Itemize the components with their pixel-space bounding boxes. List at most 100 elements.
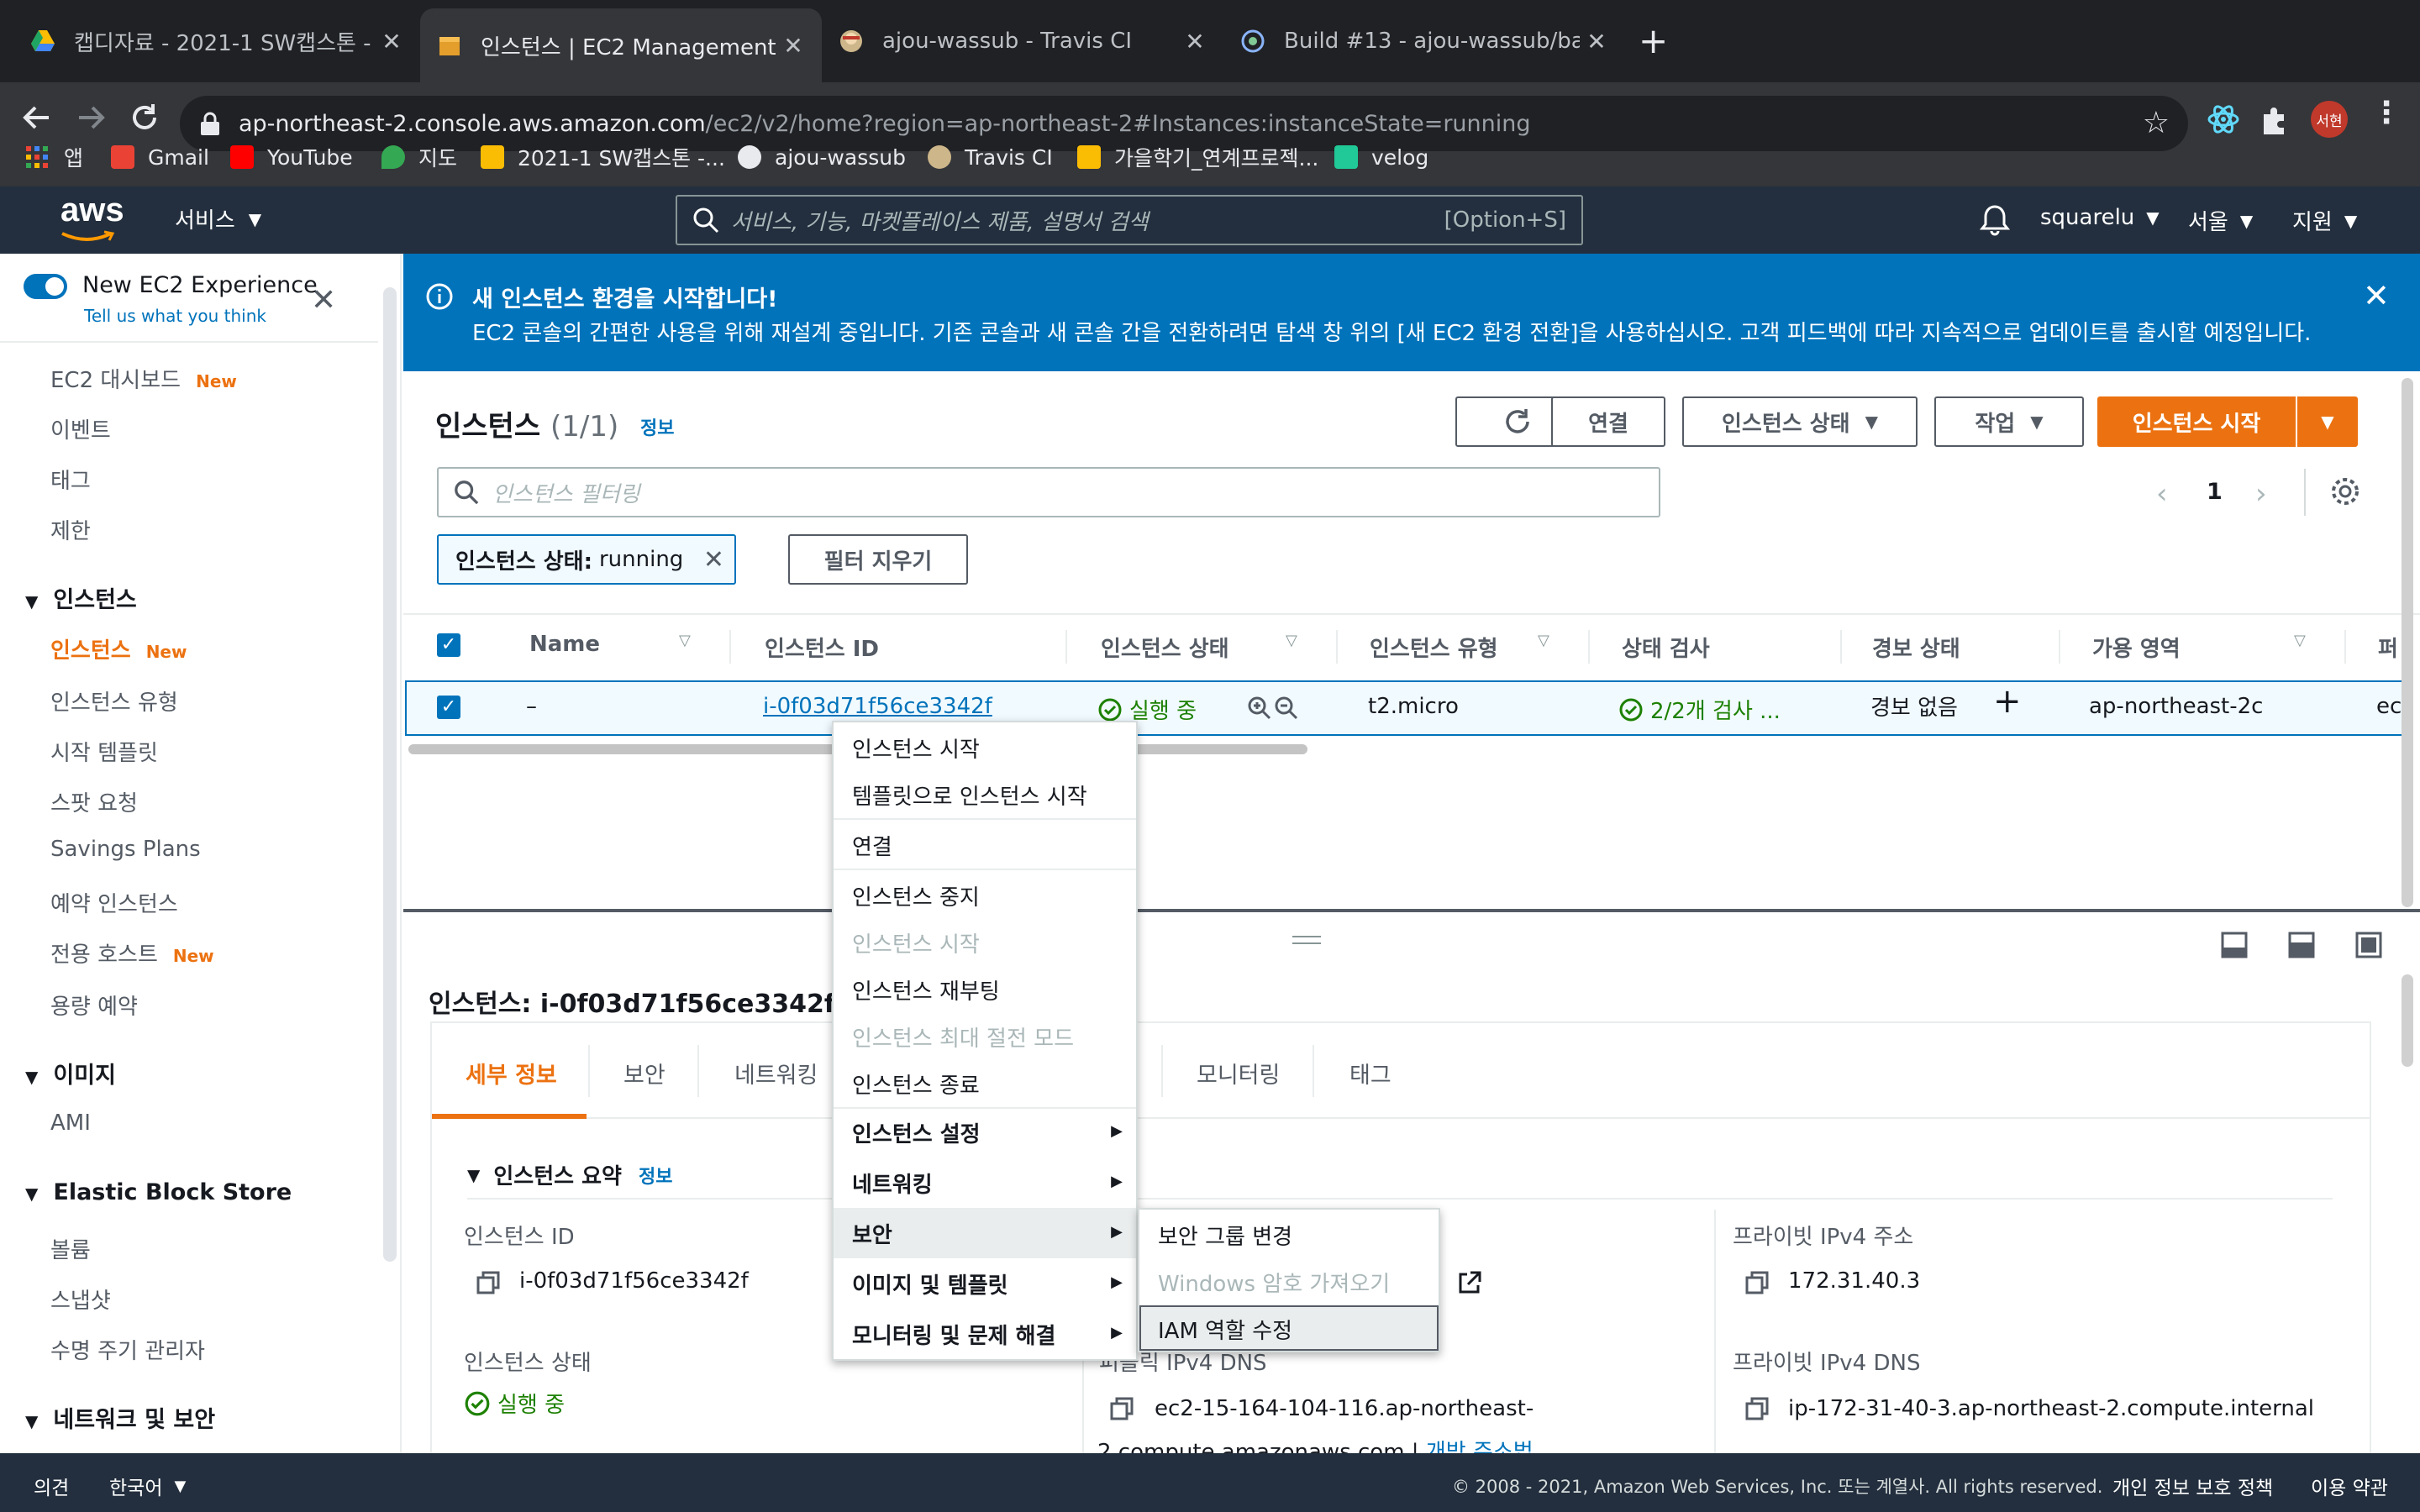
- copy-icon[interactable]: [1109, 1396, 1134, 1421]
- launch-instances-button[interactable]: 인스턴스 시작: [2097, 396, 2296, 447]
- privacy-link[interactable]: 개인 정보 보호 정책: [2112, 1472, 2273, 1500]
- split-divider[interactable]: [403, 909, 2420, 912]
- menu-item-modify-iam-role[interactable]: IAM 역할 수정: [1158, 1314, 1292, 1345]
- column-header-name[interactable]: Name: [529, 632, 600, 657]
- external-link-icon[interactable]: [1457, 1270, 1482, 1295]
- launch-dropdown-button[interactable]: ▼: [2297, 396, 2358, 447]
- close-tab-icon[interactable]: ✕: [1178, 28, 1212, 55]
- browser-tab[interactable]: Build #13 - ajou-wassub/backe ✕: [1223, 0, 1625, 82]
- bookmark-drive[interactable]: 2021-1 SW캡스톤 -...: [481, 144, 725, 171]
- connect-button[interactable]: 연결: [1551, 396, 1665, 447]
- zoom-out-icon[interactable]: [1274, 696, 1299, 721]
- close-tab-icon[interactable]: ✕: [375, 28, 408, 55]
- menu-item-launch-instances[interactable]: 인스턴스 시작: [852, 732, 980, 764]
- sidebar-item-dedicated-hosts[interactable]: 전용 호스트 New: [50, 937, 214, 969]
- extensions-icon[interactable]: [2257, 102, 2291, 136]
- bookmark-apps[interactable]: 앱: [25, 144, 83, 171]
- menu-item-start-instance[interactable]: 인스턴스 시작: [852, 927, 980, 958]
- sidebar-item-capacity-reservations[interactable]: 용량 예약: [50, 990, 138, 1021]
- menu-item-terminate-instance[interactable]: 인스턴스 종료: [852, 1068, 980, 1100]
- bookmark-travis[interactable]: Travis CI: [928, 144, 1053, 170]
- menu-group-networking[interactable]: 네트워킹: [852, 1168, 933, 1199]
- browser-tab[interactable]: 캡디자료 - 2021-1 SW캡스톤 - Go ✕: [0, 0, 420, 82]
- feedback-link[interactable]: 의견: [34, 1472, 69, 1500]
- remove-filter-icon[interactable]: ✕: [703, 545, 724, 575]
- copy-icon[interactable]: [1744, 1270, 1770, 1295]
- sort-icon[interactable]: ▽: [679, 632, 691, 649]
- menu-item-change-security-groups[interactable]: 보안 그룹 변경: [1158, 1220, 1292, 1251]
- tab-security[interactable]: 보안: [623, 1057, 666, 1089]
- account-menu[interactable]: squarelu ▼: [2040, 205, 2160, 230]
- bookmark-drive-2[interactable]: 가을학기_연계프로젝...: [1077, 144, 1318, 171]
- row-checkbox[interactable]: ✓: [437, 696, 460, 719]
- next-page-icon[interactable]: ›: [2255, 477, 2267, 511]
- sidebar-item-spot-requests[interactable]: 스팟 요청: [50, 786, 138, 817]
- aws-logo[interactable]: aws: [60, 192, 124, 229]
- clear-filters-button[interactable]: 필터 지우기: [788, 534, 968, 585]
- sidebar-item-lifecycle-manager[interactable]: 수명 주기 관리자: [50, 1334, 205, 1365]
- bookmark-velog[interactable]: velog: [1334, 144, 1428, 170]
- sidebar-section-ebs[interactable]: ▼ Elastic Block Store: [25, 1179, 292, 1205]
- new-tab-icon[interactable]: +: [1639, 18, 1668, 64]
- sidebar-item-savings-plans[interactable]: Savings Plans: [50, 837, 201, 862]
- bookmark-github[interactable]: ajou-wassub: [738, 144, 906, 170]
- sidebar-item-launch-templates[interactable]: 시작 템플릿: [50, 736, 158, 767]
- browser-tab[interactable]: ajou-wassub - Travis CI ✕: [822, 0, 1223, 82]
- tab-networking[interactable]: 네트워킹: [734, 1057, 818, 1089]
- terms-link[interactable]: 이용 약관: [2311, 1472, 2388, 1500]
- detail-scrollbar[interactable]: [2402, 974, 2413, 1067]
- sidebar-item-instance-types[interactable]: 인스턴스 유형: [50, 685, 178, 717]
- actions-button[interactable]: 작업 ▼: [1934, 396, 2084, 447]
- menu-group-monitoring-troubleshooting[interactable]: 모니터링 및 문제 해결: [852, 1319, 1055, 1350]
- column-header-instance-id[interactable]: 인스턴스 ID: [765, 632, 879, 663]
- menu-item-connect[interactable]: 연결: [852, 830, 892, 861]
- info-link[interactable]: 정보: [639, 1162, 672, 1189]
- sidebar-item-instances[interactable]: 인스턴스 New: [50, 633, 187, 664]
- back-icon[interactable]: [20, 101, 54, 134]
- sort-icon[interactable]: ▽: [1286, 632, 1297, 649]
- close-icon[interactable]: ✕: [311, 286, 336, 316]
- sidebar-item-ami[interactable]: AMI: [50, 1110, 91, 1136]
- column-header-status-checks[interactable]: 상태 검사: [1622, 632, 1710, 663]
- prev-page-icon[interactable]: ‹: [2156, 477, 2168, 511]
- panel-bottom-icon[interactable]: [2220, 931, 2249, 959]
- services-menu[interactable]: 서비스 ▼: [175, 203, 261, 234]
- menu-item-stop-instance[interactable]: 인스턴스 중지: [852, 880, 980, 911]
- sort-icon[interactable]: ▽: [2294, 632, 2306, 649]
- bookmark-youtube[interactable]: YouTube: [230, 144, 353, 170]
- sort-icon[interactable]: ▽: [1538, 632, 1549, 649]
- browser-menu-icon[interactable]: ⋮: [2371, 96, 2402, 130]
- column-header-truncated[interactable]: 퍼: [2378, 632, 2398, 663]
- menu-group-images-templates[interactable]: 이미지 및 템플릿: [852, 1268, 1008, 1299]
- language-selector[interactable]: 한국어 ▼: [109, 1472, 186, 1500]
- react-devtools-icon[interactable]: [2207, 102, 2240, 136]
- panel-full-icon[interactable]: [2354, 931, 2383, 959]
- sidebar-scrollbar[interactable]: [383, 287, 397, 1262]
- sidebar-section-network-security[interactable]: ▼ 네트워크 및 보안: [25, 1401, 215, 1434]
- region-menu[interactable]: 서울 ▼: [2188, 205, 2253, 236]
- menu-item-hibernate-instance[interactable]: 인스턴스 최대 절전 모드: [852, 1021, 1074, 1053]
- feedback-link[interactable]: Tell us what you think: [84, 306, 266, 326]
- menu-item-reboot-instance[interactable]: 인스턴스 재부팅: [852, 974, 1000, 1005]
- sidebar-section-instances[interactable]: ▼ 인스턴스: [25, 581, 137, 614]
- info-link[interactable]: 정보: [640, 413, 674, 440]
- column-header-az[interactable]: 가용 영역: [2092, 632, 2181, 663]
- sidebar-item-events[interactable]: 이벤트: [50, 413, 111, 444]
- menu-item-get-windows-password[interactable]: Windows 암호 가져오기: [1158, 1267, 1390, 1298]
- close-tab-icon[interactable]: ✕: [1580, 28, 1613, 55]
- global-search-input[interactable]: 서비스, 기능, 마켓플레이스 제품, 설명서 검색 [Option+S]: [676, 195, 1583, 245]
- table-vertical-scrollbar[interactable]: [2402, 378, 2413, 907]
- new-experience-toggle[interactable]: [24, 274, 67, 299]
- tab-monitoring[interactable]: 모니터링: [1197, 1057, 1280, 1089]
- column-header-alarm-status[interactable]: 경보 상태: [1872, 632, 1960, 663]
- bookmark-maps[interactable]: 지도: [381, 144, 457, 171]
- close-icon[interactable]: ✕: [2363, 279, 2390, 312]
- column-header-instance-type[interactable]: 인스턴스 유형: [1370, 632, 1498, 663]
- copy-icon[interactable]: [476, 1270, 501, 1295]
- menu-item-launch-from-template[interactable]: 템플릿으로 인스턴스 시작: [852, 780, 1087, 811]
- tab-tags[interactable]: 태그: [1349, 1057, 1392, 1089]
- sidebar-item-snapshots[interactable]: 스냅샷: [50, 1284, 111, 1315]
- select-all-checkbox[interactable]: ✓: [437, 633, 460, 657]
- menu-group-security[interactable]: 보안: [852, 1218, 892, 1249]
- notifications-bell-icon[interactable]: [1980, 203, 2010, 237]
